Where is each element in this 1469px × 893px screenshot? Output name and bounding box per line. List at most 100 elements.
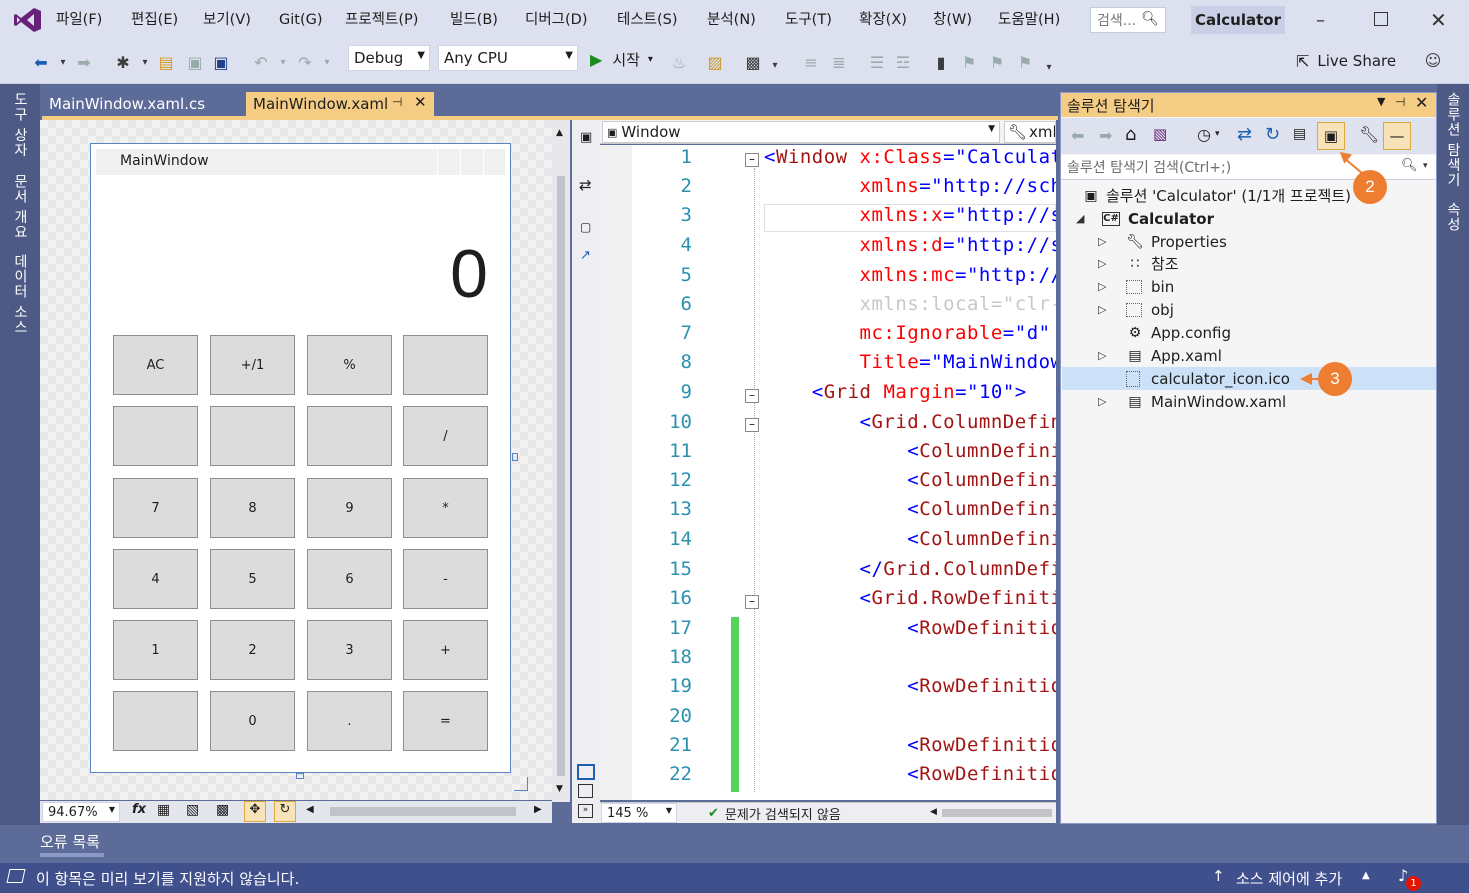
menu-project[interactable]: 프로젝트(P) [345,0,418,40]
properties-wrench-icon[interactable]: 🔧︎ [1359,125,1379,144]
menu-help[interactable]: 도움말(H) [998,0,1060,40]
fx-effects-icon[interactable]: fx [128,802,150,822]
toolbox-tab[interactable]: 도구 상자 [10,92,30,157]
expand-pane-icon[interactable]: » [578,804,593,818]
editor-horizontal-thumb[interactable] [942,809,1052,817]
scroll-up-icon[interactable]: ▲ [556,128,563,138]
global-search-box[interactable]: 검색... 🔍︎ [1090,7,1166,33]
expanded-arrow-icon[interactable]: ◢ [1076,212,1084,225]
collapse-region-icon[interactable]: – [745,595,759,609]
calc-button[interactable]: = [403,691,488,751]
calc-button[interactable]: 5 [210,549,295,609]
tree-item-properties[interactable]: ▷ 🔧︎ Properties [1062,230,1436,253]
config-dropdown[interactable]: Debug ▼ [348,45,430,71]
live-share-button[interactable]: ⇱ Live Share [1296,48,1396,74]
close-tab-icon[interactable]: ✕ [414,93,427,111]
calc-button[interactable] [403,335,488,395]
calc-button[interactable]: % [307,335,392,395]
new-dropdown-icon[interactable]: ▾ [134,51,156,73]
collapse-region-icon[interactable]: – [745,389,759,403]
close-panel-icon[interactable]: ✕ [1415,93,1428,112]
next-bookmark-icon[interactable]: ⚑ [986,51,1008,73]
clear-bookmarks-icon[interactable]: ⚑ [1014,51,1036,73]
calc-button[interactable]: / [403,406,488,466]
menu-git[interactable]: Git(G) [279,0,323,40]
calc-button[interactable]: 4 [113,549,198,609]
menu-debug[interactable]: 디버그(D) [525,0,588,40]
new-project-icon[interactable]: ✱ [112,51,134,73]
error-list-tab[interactable]: 오류 목록 [40,831,100,852]
bookmark-icon[interactable]: ▮ [930,51,952,73]
tree-item-app-xaml[interactable]: ▷ ▤ App.xaml [1062,344,1436,367]
resize-handle-right[interactable] [512,453,518,461]
calc-button[interactable] [113,406,198,466]
tree-item-app-config[interactable]: ⚙ App.config [1062,321,1436,344]
designer-zoom-dropdown[interactable]: 94.67% ▼ [42,802,120,822]
output-window-icon[interactable] [6,869,26,883]
designer-horizontal-thumb[interactable] [330,807,516,816]
prev-bookmark-icon[interactable]: ⚑ [958,51,980,73]
tree-item-calculator-icon[interactable]: calculator_icon.ico [1062,367,1436,390]
chevron-up-icon[interactable]: ▲ [1362,870,1370,881]
pin-icon[interactable]: ⊣ [1395,95,1405,109]
scrollbar-thumb[interactable] [557,176,565,776]
artboard-background-icon[interactable]: ▩ [216,802,229,818]
collapse-all-icon[interactable]: ▤ [1293,126,1306,142]
align-left-icon[interactable]: ≡ [800,51,822,73]
collapsed-arrow-icon[interactable]: ▷ [1098,235,1106,248]
grid-toggle-icon[interactable]: ▦ [157,802,170,818]
menu-window[interactable]: 창(W) [933,0,972,40]
calc-button[interactable]: 3 [307,620,392,680]
solution-explorer-side-tab[interactable]: 솔루션 탐색기 [1443,92,1463,187]
editor-zoom-dropdown[interactable]: 145 % ▼ [601,803,677,823]
calc-button[interactable]: * [403,478,488,538]
scroll-left-icon[interactable]: ◀ [930,807,937,817]
comment-icon[interactable]: ☰ [866,51,888,73]
collapsed-arrow-icon[interactable]: ▷ [1098,280,1106,293]
uncomment-icon[interactable]: ☲ [892,51,914,73]
vertical-split-icon[interactable] [577,764,595,780]
redo-icon[interactable]: ↷ [294,51,316,73]
collapsed-arrow-icon[interactable]: ▷ [1098,303,1106,316]
save-all-icon[interactable]: ▣ [210,51,232,73]
chevron-down-icon[interactable]: ▾ [1423,161,1428,171]
calc-button[interactable]: - [403,549,488,609]
calc-button[interactable]: 7 [113,478,198,538]
collapse-pane-icon[interactable]: ▢ [580,220,591,234]
menu-edit[interactable]: 편집(E) [131,0,178,40]
element-dropdown[interactable]: ▣ Window ▼ [602,121,1000,143]
vs-logo-icon[interactable] [14,7,42,33]
project-code-icon[interactable]: ↻ [274,801,296,822]
tab-mainwindow-xaml-cs[interactable]: MainWindow.xaml.cs [42,92,246,116]
calc-button[interactable] [307,406,392,466]
toolbar-overflow-icon[interactable]: ▾ [1038,56,1060,78]
save-icon[interactable]: ▣ [184,51,206,73]
back-icon[interactable]: ⬅︎ [1071,126,1084,145]
window-position-icon[interactable]: ▼ [1377,95,1385,108]
menu-extensions[interactable]: 확장(X) [859,0,907,40]
designer-vertical-scrollbar[interactable]: ▲ ▼ [552,120,570,802]
back-icon[interactable]: ⬅︎ [30,51,52,73]
undo-dropdown-icon[interactable]: ▾ [272,51,294,73]
calc-button[interactable]: 6 [307,549,392,609]
swap-panes-icon[interactable]: ▣ [580,130,592,145]
collapsed-arrow-icon[interactable]: ▷ [1098,257,1106,270]
forward-icon[interactable]: ➡︎ [1099,126,1112,145]
hot-reload-icon[interactable]: ♨ [668,51,690,73]
calc-button[interactable]: 0 [210,691,295,751]
align-center-icon[interactable]: ≣ [828,51,850,73]
show-all-files-icon[interactable]: ▣ [1317,122,1345,150]
feedback-icon[interactable]: ☺ [1422,49,1444,71]
calc-button[interactable]: 2 [210,620,295,680]
menu-analyze[interactable]: 분석(N) [707,0,756,40]
browser-dropdown-icon[interactable]: ▾ [764,54,786,76]
scroll-left-icon[interactable]: ◀ [306,804,314,815]
resize-handle-corner[interactable] [514,777,528,791]
tree-item-references[interactable]: ▷ ∷ 참조 [1062,252,1436,275]
calc-button[interactable]: +/1 [210,335,295,395]
document-outline-tab[interactable]: 문서 개요 [10,174,30,239]
calc-button[interactable]: + [403,620,488,680]
start-button[interactable]: ▶ 시작 ▾ [590,48,653,70]
minimize-button[interactable]: – [1316,10,1334,31]
scroll-down-icon[interactable]: ▼ [556,784,563,794]
